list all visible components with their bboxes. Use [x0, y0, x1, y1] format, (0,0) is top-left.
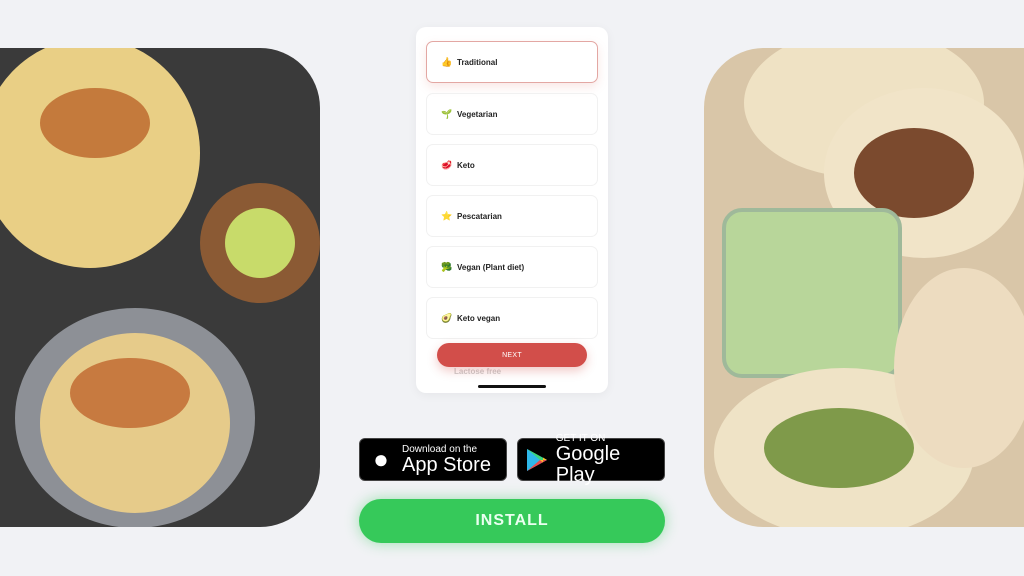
fish-icon: ⭐: [441, 210, 453, 221]
diet-option-label: Vegetarian: [457, 109, 498, 119]
diet-option[interactable]: 🥩 Keto: [426, 144, 598, 186]
diet-option-label: Keto vegan: [457, 313, 501, 323]
diet-option-label: Keto: [457, 160, 475, 170]
thumbs-up-icon: 👍: [441, 56, 453, 67]
diet-option[interactable]: 🥑 Keto vegan: [426, 297, 598, 339]
tacos-photo-right: [704, 48, 1024, 527]
google-play-big: Google Play: [555, 443, 621, 486]
app-store-big: App Store: [402, 453, 491, 476]
seedling-icon: 🌱: [441, 108, 453, 119]
phone-mockup: 👍 Traditional 🌱 Vegetarian 🥩 Keto ⭐ Pescatarian…: [416, 27, 608, 393]
google-play-icon: [518, 448, 556, 472]
diet-option[interactable]: 🥦 Vegan (Plant diet): [426, 246, 598, 288]
diet-option-label: Traditional: [457, 57, 498, 67]
home-indicator: [478, 385, 546, 388]
avocado-icon: 🥑: [441, 312, 453, 323]
diet-option-label: Vegan (Plant diet): [457, 262, 525, 272]
app-store-small: Download on the: [402, 443, 478, 455]
install-button[interactable]: INSTALL: [359, 499, 665, 543]
next-button[interactable]: NEXT: [437, 343, 587, 367]
diet-option[interactable]: 👍 Traditional: [426, 41, 598, 83]
option-lactose-free[interactable]: Lactose free: [454, 367, 501, 376]
diet-option-label: Pescatarian: [457, 211, 502, 221]
app-store-button[interactable]: ● Download on the App Store: [359, 438, 507, 481]
google-play-button[interactable]: GET IT ON Google Play: [517, 433, 665, 486]
broccoli-icon: 🥦: [441, 261, 453, 272]
apple-icon: ●: [373, 444, 389, 474]
meat-icon: 🥩: [441, 159, 453, 170]
tacos-photo-left: [0, 48, 320, 527]
diet-option[interactable]: ⭐ Pescatarian: [426, 195, 598, 237]
diet-option[interactable]: 🌱 Vegetarian: [426, 93, 598, 135]
